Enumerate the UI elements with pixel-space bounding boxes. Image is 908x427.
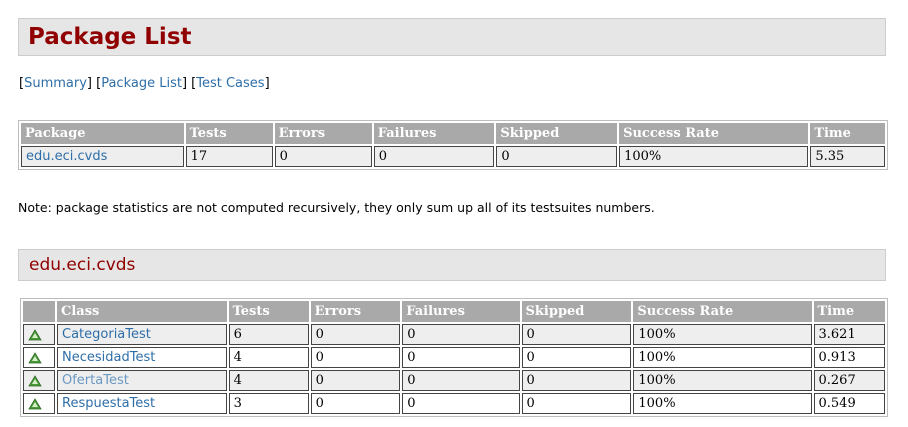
col-header-success-rate: Success Rate xyxy=(633,301,812,322)
errors-cell: 0 xyxy=(310,370,401,391)
class-name-cell[interactable]: OfertaTest xyxy=(57,370,227,391)
tests-cell: 3 xyxy=(228,393,309,414)
skipped-cell: 0 xyxy=(496,146,618,167)
package-section-header: edu.eci.cvds xyxy=(18,249,886,281)
col-header-class: Class xyxy=(57,301,227,322)
skipped-cell: 0 xyxy=(521,324,632,345)
col-header-tests: Tests xyxy=(228,301,309,322)
status-cell xyxy=(23,347,55,368)
failures-cell: 0 xyxy=(373,146,495,167)
class-link[interactable]: RespuestaTest xyxy=(62,396,155,411)
success-rate-cell: 100% xyxy=(619,146,809,167)
col-header-package: Package xyxy=(21,123,184,144)
table-row: CategoriaTest 6 0 0 0 100% 3.621 xyxy=(23,324,885,345)
skipped-cell: 0 xyxy=(521,347,632,368)
errors-cell: 0 xyxy=(310,347,401,368)
class-results-table: Class Tests Errors Failures Skipped Succ… xyxy=(20,298,888,417)
class-link[interactable]: NecesidadTest xyxy=(62,350,155,365)
col-header-time: Time xyxy=(810,123,885,144)
success-rate-cell: 100% xyxy=(633,347,812,368)
tests-cell: 4 xyxy=(228,347,309,368)
status-cell xyxy=(23,370,55,391)
success-icon xyxy=(28,328,42,340)
tests-cell: 6 xyxy=(228,324,309,345)
errors-cell: 0 xyxy=(274,146,372,167)
success-rate-cell: 100% xyxy=(633,370,812,391)
col-header-success-rate: Success Rate xyxy=(619,123,809,144)
failures-cell: 0 xyxy=(402,370,520,391)
success-icon xyxy=(28,397,42,409)
time-cell: 0.267 xyxy=(813,370,885,391)
table-row: edu.eci.cvds 17 0 0 0 100% 5.35 xyxy=(21,146,885,167)
nav-summary-link[interactable]: Summary xyxy=(24,76,87,91)
col-header-errors: Errors xyxy=(310,301,401,322)
skipped-cell: 0 xyxy=(521,370,632,391)
col-header-failures: Failures xyxy=(373,123,495,144)
failures-cell: 0 xyxy=(402,324,520,345)
col-header-skipped: Skipped xyxy=(521,301,632,322)
status-cell xyxy=(23,324,55,345)
nav-links: [Summary] [Package List] [Test Cases] xyxy=(19,76,270,91)
page-title-bar: Package List xyxy=(18,18,886,56)
col-header-tests: Tests xyxy=(185,123,273,144)
class-name-cell[interactable]: CategoriaTest xyxy=(57,324,227,345)
col-header-status xyxy=(23,301,55,322)
class-link[interactable]: CategoriaTest xyxy=(62,327,151,342)
page-title: Package List xyxy=(28,24,192,50)
time-cell: 3.621 xyxy=(813,324,885,345)
table-row: NecesidadTest 4 0 0 0 100% 0.913 xyxy=(23,347,885,368)
nav-package-list-link[interactable]: Package List xyxy=(101,76,182,91)
col-header-time: Time xyxy=(813,301,885,322)
package-link[interactable]: edu.eci.cvds xyxy=(26,149,107,164)
class-name-cell[interactable]: RespuestaTest xyxy=(57,393,227,414)
table-header-row: Class Tests Errors Failures Skipped Succ… xyxy=(23,301,885,322)
errors-cell: 0 xyxy=(310,324,401,345)
success-rate-cell: 100% xyxy=(633,393,812,414)
col-header-skipped: Skipped xyxy=(496,123,618,144)
col-header-failures: Failures xyxy=(402,301,520,322)
table-header-row: Package Tests Errors Failures Skipped Su… xyxy=(21,123,885,144)
time-cell: 5.35 xyxy=(810,146,885,167)
status-cell xyxy=(23,393,55,414)
package-cell[interactable]: edu.eci.cvds xyxy=(21,146,184,167)
tests-cell: 17 xyxy=(185,146,273,167)
success-icon xyxy=(28,351,42,363)
package-summary-table: Package Tests Errors Failures Skipped Su… xyxy=(18,120,888,170)
time-cell: 0.913 xyxy=(813,347,885,368)
success-rate-cell: 100% xyxy=(633,324,812,345)
failures-cell: 0 xyxy=(402,393,520,414)
package-section-title: edu.eci.cvds xyxy=(29,255,136,275)
errors-cell: 0 xyxy=(310,393,401,414)
table-row: OfertaTest 4 0 0 0 100% 0.267 xyxy=(23,370,885,391)
failures-cell: 0 xyxy=(402,347,520,368)
tests-cell: 4 xyxy=(228,370,309,391)
nav-test-cases-link[interactable]: Test Cases xyxy=(196,76,264,91)
package-note: Note: package statistics are not compute… xyxy=(18,200,655,215)
class-name-cell[interactable]: NecesidadTest xyxy=(57,347,227,368)
success-icon xyxy=(28,374,42,386)
table-row: RespuestaTest 3 0 0 0 100% 0.549 xyxy=(23,393,885,414)
class-link[interactable]: OfertaTest xyxy=(62,373,129,388)
time-cell: 0.549 xyxy=(813,393,885,414)
skipped-cell: 0 xyxy=(521,393,632,414)
col-header-errors: Errors xyxy=(274,123,372,144)
